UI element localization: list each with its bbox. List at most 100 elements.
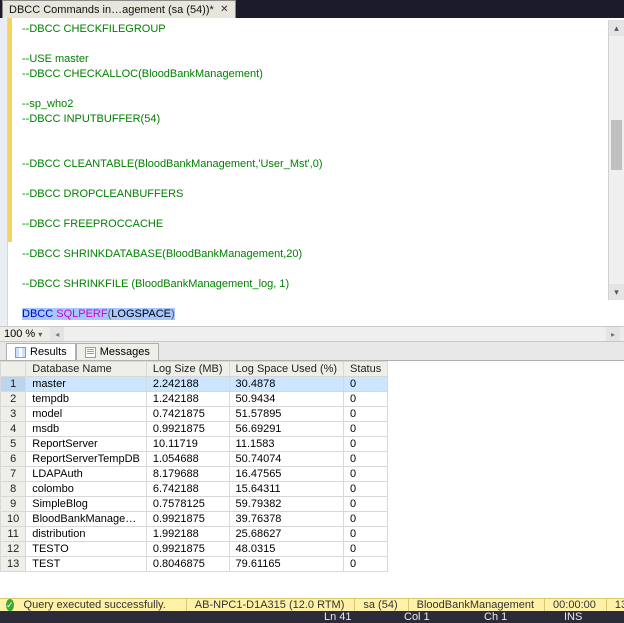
cell-status[interactable]: 0	[344, 467, 388, 482]
cell-status[interactable]: 0	[344, 392, 388, 407]
scroll-left-icon[interactable]: ◂	[50, 327, 64, 341]
cell-dbname[interactable]: ReportServer	[26, 437, 147, 452]
close-icon[interactable]: ✕	[220, 5, 229, 14]
cell-dbname[interactable]: msdb	[26, 422, 147, 437]
row-number[interactable]: 13	[1, 557, 26, 572]
cell-dbname[interactable]: distribution	[26, 527, 147, 542]
row-number[interactable]: 1	[1, 377, 26, 392]
cell-logsize[interactable]: 8.179688	[146, 467, 229, 482]
cell-status[interactable]: 0	[344, 422, 388, 437]
cell-dbname[interactable]: tempdb	[26, 392, 147, 407]
cell-status[interactable]: 0	[344, 437, 388, 452]
cell-dbname[interactable]: model	[26, 407, 147, 422]
scroll-right-icon[interactable]: ▸	[606, 327, 620, 341]
cell-dbname[interactable]: SimpleBlog	[26, 497, 147, 512]
cell-dbname[interactable]: ReportServerTempDB	[26, 452, 147, 467]
grid-header[interactable]: Log Size (MB)	[146, 362, 229, 377]
table-row[interactable]: 3model0.742187551.578950	[1, 407, 388, 422]
grid-header[interactable]: Status	[344, 362, 388, 377]
cell-logused[interactable]: 39.76378	[229, 512, 344, 527]
row-number[interactable]: 12	[1, 542, 26, 557]
table-row[interactable]: 1master2.24218830.48780	[1, 377, 388, 392]
tab-messages-label: Messages	[100, 346, 150, 358]
cell-status[interactable]: 0	[344, 512, 388, 527]
cell-logsize[interactable]: 0.9921875	[146, 542, 229, 557]
zoom-value: 100 %	[4, 328, 35, 340]
cell-dbname[interactable]: master	[26, 377, 147, 392]
cell-logsize[interactable]: 0.9921875	[146, 422, 229, 437]
cell-logsize[interactable]: 0.7578125	[146, 497, 229, 512]
zoom-bar: 100 % ▾ ◂ ▸	[0, 326, 624, 342]
cell-logsize[interactable]: 0.8046875	[146, 557, 229, 572]
table-row[interactable]: 12TESTO0.992187548.03150	[1, 542, 388, 557]
row-number[interactable]: 8	[1, 482, 26, 497]
cell-logused[interactable]: 56.69291	[229, 422, 344, 437]
row-number[interactable]: 3	[1, 407, 26, 422]
row-number[interactable]: 2	[1, 392, 26, 407]
cell-logused[interactable]: 11.1583	[229, 437, 344, 452]
table-row[interactable]: 13TEST0.804687579.611650	[1, 557, 388, 572]
cell-logsize[interactable]: 0.9921875	[146, 512, 229, 527]
cell-logused[interactable]: 16.47565	[229, 467, 344, 482]
row-number[interactable]: 5	[1, 437, 26, 452]
row-number[interactable]: 11	[1, 527, 26, 542]
zoom-dropdown-icon[interactable]: ▾	[38, 330, 42, 339]
cell-logused[interactable]: 25.68627	[229, 527, 344, 542]
cell-logsize[interactable]: 1.242188	[146, 392, 229, 407]
row-number[interactable]: 10	[1, 512, 26, 527]
scroll-down-icon[interactable]: ▾	[609, 284, 624, 300]
table-row[interactable]: 8colombo6.74218815.643110	[1, 482, 388, 497]
cell-dbname[interactable]: BloodBankManage…	[26, 512, 147, 527]
cell-status[interactable]: 0	[344, 542, 388, 557]
cell-logsize[interactable]: 6.742188	[146, 482, 229, 497]
scroll-up-icon[interactable]: ▴	[609, 20, 624, 36]
cell-status[interactable]: 0	[344, 452, 388, 467]
sql-editor[interactable]: --DBCC CHECKFILEGROUP --USE master--DBCC…	[8, 18, 624, 326]
cell-logused[interactable]: 50.9434	[229, 392, 344, 407]
cell-dbname[interactable]: colombo	[26, 482, 147, 497]
row-number[interactable]: 6	[1, 452, 26, 467]
cell-logused[interactable]: 51.57895	[229, 407, 344, 422]
cell-logsize[interactable]: 0.7421875	[146, 407, 229, 422]
table-row[interactable]: 10BloodBankManage…0.992187539.763780	[1, 512, 388, 527]
table-row[interactable]: 7LDAPAuth8.17968816.475650	[1, 467, 388, 482]
cell-status[interactable]: 0	[344, 527, 388, 542]
cell-dbname[interactable]: TESTO	[26, 542, 147, 557]
footer-ins: INS	[564, 611, 604, 623]
cell-status[interactable]: 0	[344, 557, 388, 572]
cell-logused[interactable]: 30.4878	[229, 377, 344, 392]
table-row[interactable]: 5ReportServer10.1171911.15830	[1, 437, 388, 452]
cell-logused[interactable]: 15.64311	[229, 482, 344, 497]
scroll-thumb[interactable]	[611, 120, 622, 170]
cell-dbname[interactable]: LDAPAuth	[26, 467, 147, 482]
grid-header[interactable]: Log Space Used (%)	[229, 362, 344, 377]
cell-logsize[interactable]: 10.11719	[146, 437, 229, 452]
cell-logused[interactable]: 48.0315	[229, 542, 344, 557]
document-tab[interactable]: DBCC Commands in…agement (sa (54))* ✕	[2, 0, 236, 18]
cell-logused[interactable]: 79.61165	[229, 557, 344, 572]
horizontal-scrollbar[interactable]: ◂ ▸	[50, 327, 620, 341]
row-number[interactable]: 4	[1, 422, 26, 437]
tab-results[interactable]: Results	[6, 343, 76, 361]
row-number[interactable]: 9	[1, 497, 26, 512]
results-grid[interactable]: Database NameLog Size (MB)Log Space Used…	[0, 361, 388, 572]
vertical-scrollbar[interactable]: ▴ ▾	[608, 20, 624, 300]
table-row[interactable]: 9SimpleBlog0.757812559.793820	[1, 497, 388, 512]
cell-status[interactable]: 0	[344, 407, 388, 422]
cell-logsize[interactable]: 1.992188	[146, 527, 229, 542]
table-row[interactable]: 6ReportServerTempDB1.05468850.740740	[1, 452, 388, 467]
cell-dbname[interactable]: TEST	[26, 557, 147, 572]
cell-logsize[interactable]: 1.054688	[146, 452, 229, 467]
table-row[interactable]: 4msdb0.992187556.692910	[1, 422, 388, 437]
cell-status[interactable]: 0	[344, 377, 388, 392]
cell-status[interactable]: 0	[344, 497, 388, 512]
cell-logused[interactable]: 59.79382	[229, 497, 344, 512]
grid-header[interactable]: Database Name	[26, 362, 147, 377]
table-row[interactable]: 2tempdb1.24218850.94340	[1, 392, 388, 407]
table-row[interactable]: 11distribution1.99218825.686270	[1, 527, 388, 542]
cell-logused[interactable]: 50.74074	[229, 452, 344, 467]
cell-logsize[interactable]: 2.242188	[146, 377, 229, 392]
row-number[interactable]: 7	[1, 467, 26, 482]
cell-status[interactable]: 0	[344, 482, 388, 497]
tab-messages[interactable]: Messages	[76, 343, 159, 361]
